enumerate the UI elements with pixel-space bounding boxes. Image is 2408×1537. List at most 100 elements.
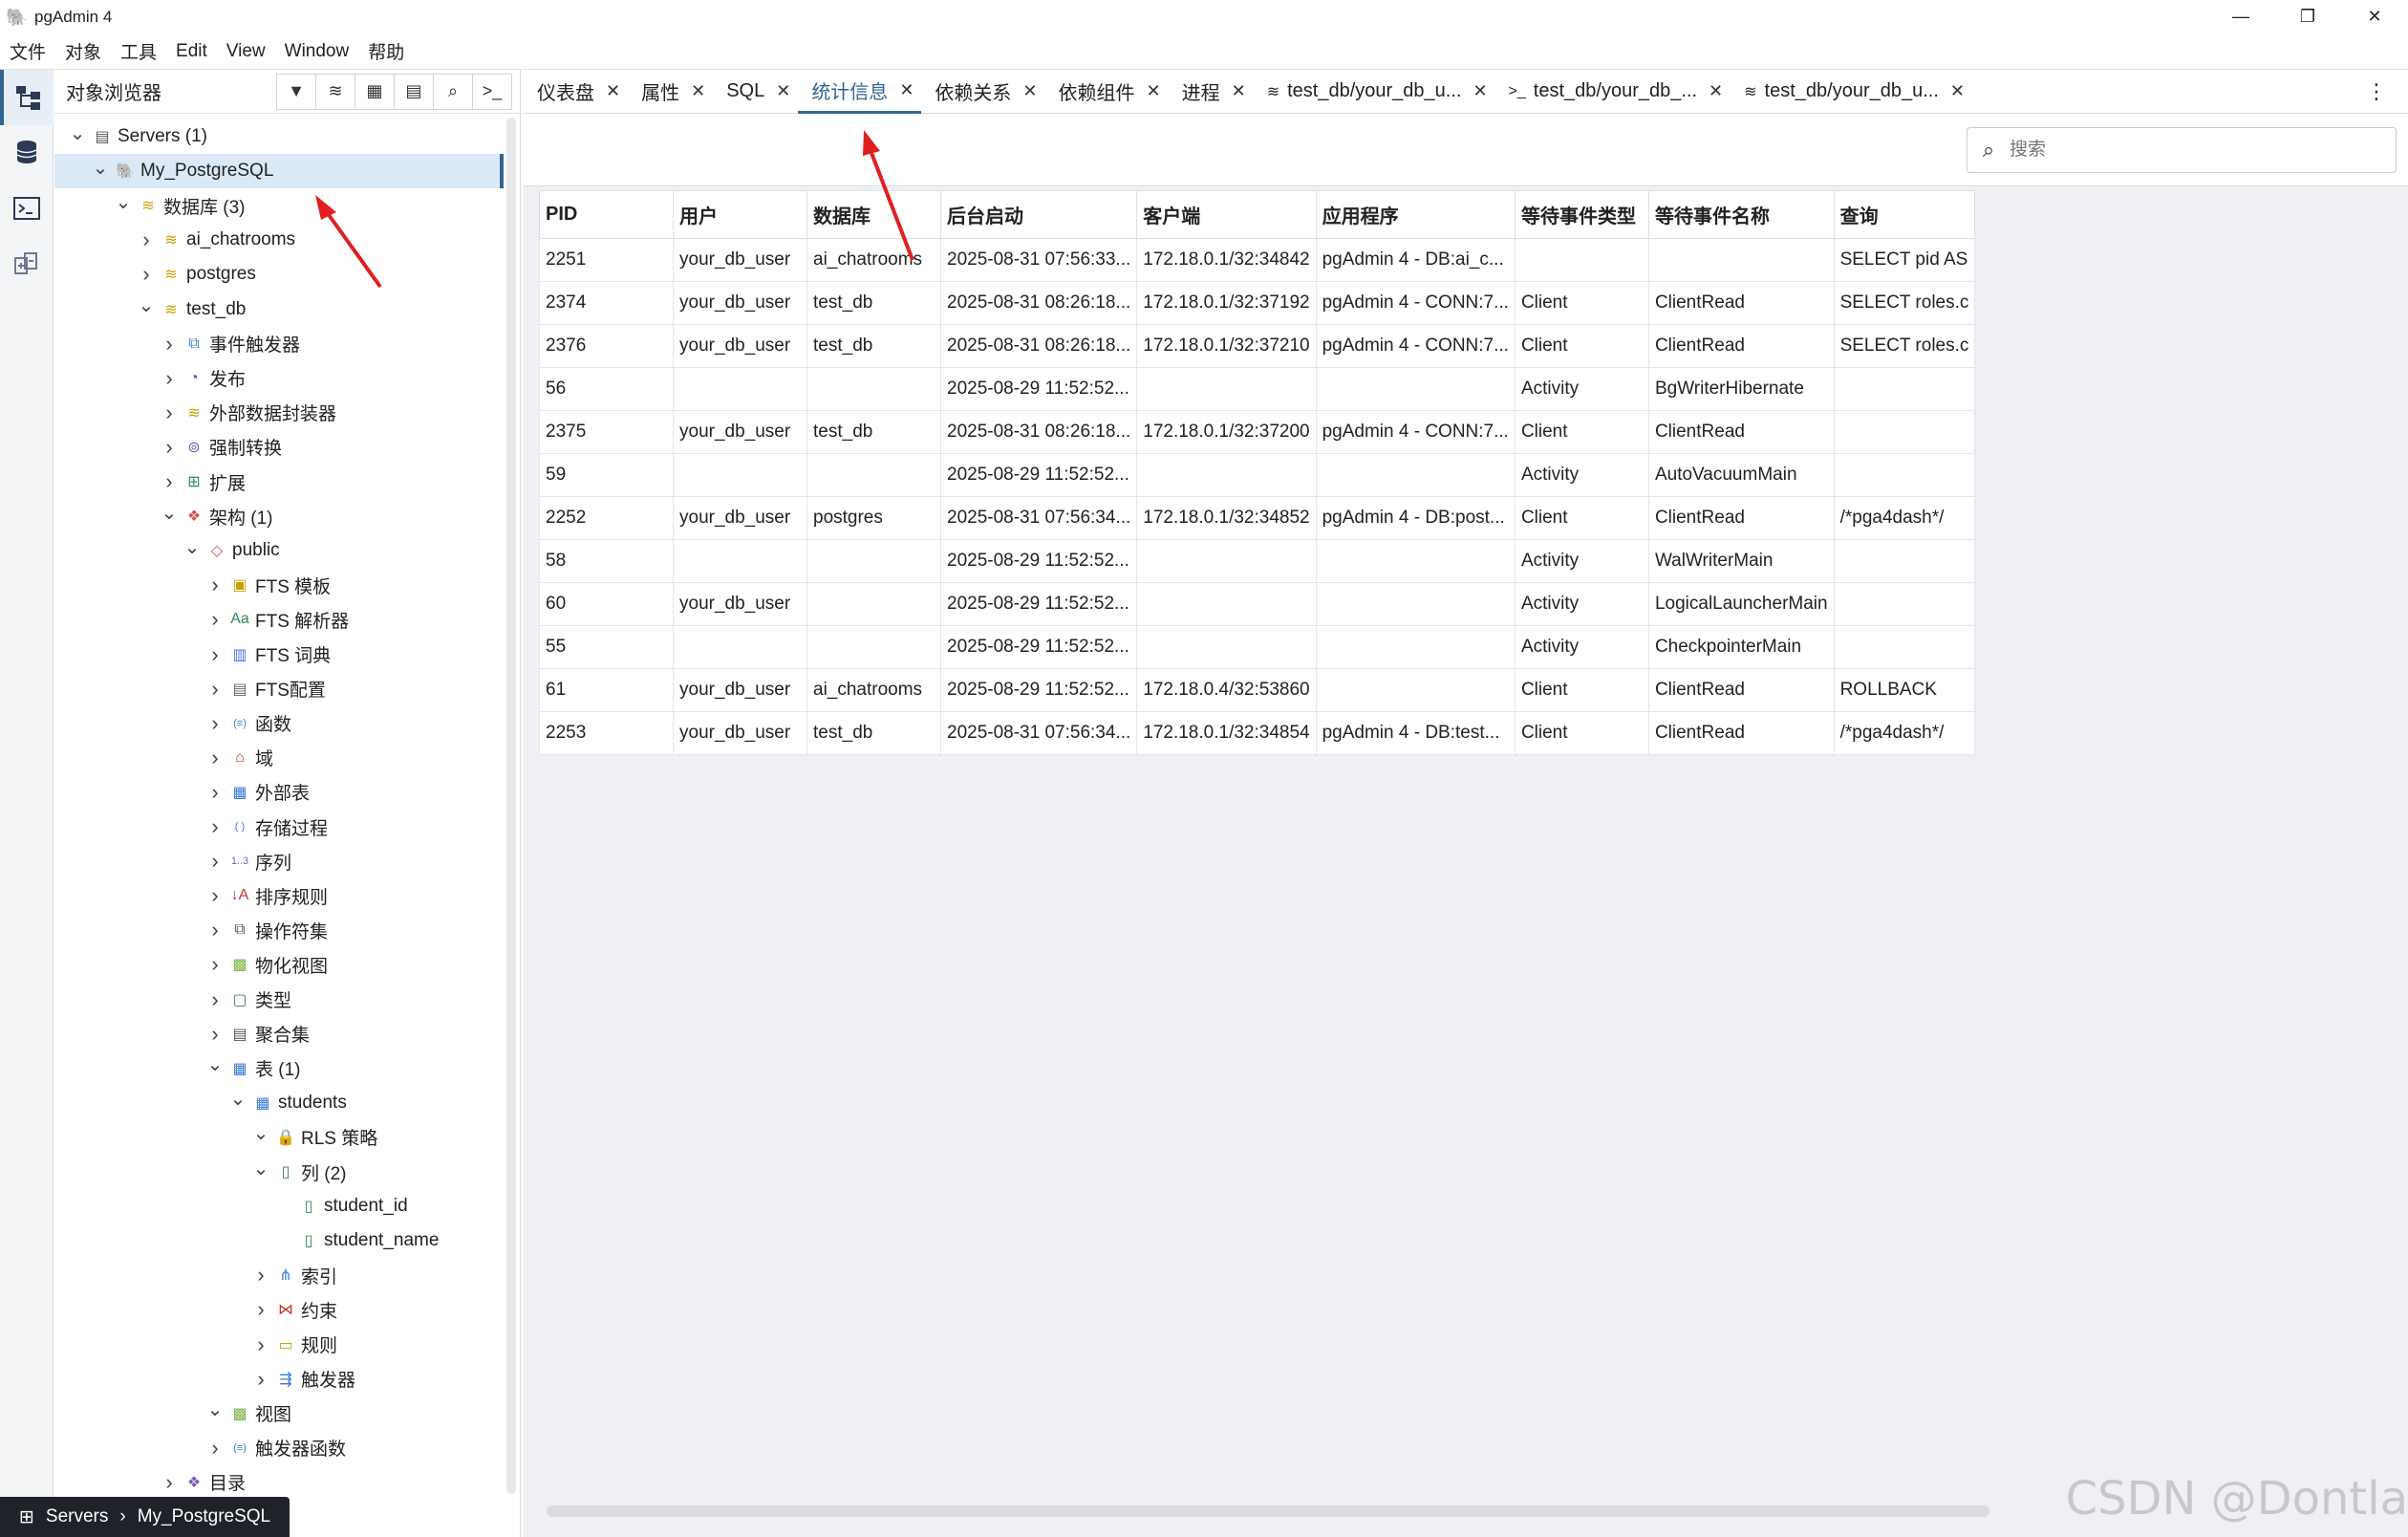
table-cell[interactable] — [806, 625, 941, 669]
table-cell[interactable]: 172.18.0.1/32:34852 — [1136, 496, 1317, 540]
tree-node[interactable]: › ▦ 外部表 — [54, 775, 504, 810]
chevron-down-icon[interactable]: ⌄ — [114, 190, 133, 214]
object-explorer-icon[interactable] — [0, 70, 54, 125]
table-cell[interactable] — [1833, 625, 1976, 669]
table-row[interactable]: 2375 your_db_user test_db 2025-08-31 08:26:… — [539, 410, 1976, 454]
table-row[interactable]: 56 2025-08-29 11:52:52... Activity BgWriter… — [539, 367, 1976, 411]
table-cell[interactable]: SELECT roles.c — [1833, 324, 1976, 368]
table-cell[interactable]: Client — [1514, 410, 1649, 454]
chevron-right-icon[interactable]: › — [160, 1470, 179, 1495]
table-cell[interactable]: AutoVacuumMain — [1647, 453, 1835, 497]
tree-node[interactable]: ⌄ 🔒 RLS 策略 — [54, 1120, 504, 1155]
table-cell[interactable]: 2252 — [539, 496, 674, 540]
table-cell[interactable]: test_db — [806, 281, 941, 325]
chevron-right-icon[interactable]: › — [205, 780, 225, 805]
tree-node[interactable]: ⌄ ▦ students — [54, 1086, 504, 1120]
table-cell[interactable]: Client — [1514, 668, 1649, 712]
tab[interactable]: 进程 ✕ — [1169, 70, 1254, 114]
table-cell[interactable]: 61 — [539, 668, 674, 712]
table-cell[interactable] — [1315, 539, 1516, 583]
table-cell[interactable] — [673, 539, 807, 583]
tree-node[interactable]: › ⋔ 索引 — [54, 1258, 504, 1292]
chevron-right-icon[interactable]: › — [251, 1367, 270, 1392]
table-cell[interactable]: 2025-08-29 11:52:52... — [939, 625, 1138, 669]
chevron-down-icon[interactable]: ⌄ — [160, 501, 179, 525]
table-cell[interactable]: Activity — [1514, 539, 1649, 583]
tree-node[interactable]: ⌄ ▯ 列 (2) — [54, 1155, 504, 1189]
table-cell[interactable]: Activity — [1514, 582, 1649, 626]
column-header[interactable]: 查询 — [1833, 190, 1976, 239]
table-cell[interactable]: 2025-08-29 11:52:52... — [939, 453, 1138, 497]
tab[interactable]: 依赖组件 ✕ — [1045, 70, 1169, 114]
table-cell[interactable]: Client — [1514, 711, 1649, 755]
tree-node[interactable]: ⌄ ≋ test_db — [54, 292, 504, 327]
close-tab-icon[interactable]: ✕ — [899, 80, 914, 100]
table-cell[interactable]: 59 — [539, 453, 674, 497]
table-cell[interactable]: 2375 — [539, 410, 674, 454]
chevron-right-icon[interactable]: › — [205, 642, 225, 667]
table-cell[interactable]: SELECT roles.c — [1833, 281, 1976, 325]
table-cell[interactable]: 2025-08-29 11:52:52... — [939, 367, 1138, 411]
table-cell[interactable]: WalWriterMain — [1647, 539, 1835, 583]
table-cell[interactable]: 55 — [539, 625, 674, 669]
table-cell[interactable]: 172.18.0.1/32:34842 — [1136, 238, 1317, 282]
tree-node[interactable]: › ≋ ai_chatrooms — [54, 223, 504, 257]
table-cell[interactable]: 2025-08-31 07:56:34... — [939, 496, 1138, 540]
close-tab-icon[interactable]: ✕ — [1147, 81, 1161, 101]
chevron-right-icon[interactable]: › — [160, 469, 179, 494]
tree-node[interactable]: › ▣ FTS 模板 — [54, 568, 504, 602]
table-cell[interactable] — [1136, 539, 1317, 583]
table-cell[interactable]: 2025-08-31 07:56:33... — [939, 238, 1138, 282]
table-row[interactable]: 60 your_db_user 2025-08-29 11:52:52... Acti… — [539, 582, 1976, 626]
table-cell[interactable] — [673, 625, 807, 669]
menu-object[interactable]: 对象 — [55, 38, 111, 64]
column-header[interactable]: 等待事件类型 — [1514, 190, 1649, 239]
table-cell[interactable]: your_db_user — [673, 668, 807, 712]
tree-node[interactable]: ⌄ ◇ public — [54, 533, 504, 568]
chevron-right-icon[interactable]: › — [205, 952, 225, 977]
table-cell[interactable]: 2025-08-31 08:26:18... — [939, 410, 1138, 454]
table-cell[interactable]: ai_chatrooms — [806, 238, 941, 282]
table-cell[interactable]: Activity — [1514, 453, 1649, 497]
tree-node[interactable]: › ▥ FTS 词典 — [54, 638, 504, 672]
tree-node[interactable]: › ⇶ 触发器 — [54, 1362, 504, 1396]
table-row[interactable]: 59 2025-08-29 11:52:52... Activity AutoVacu… — [539, 453, 1976, 497]
tree-node[interactable]: › ▤ FTS配置 — [54, 672, 504, 706]
table-row[interactable]: 2374 your_db_user test_db 2025-08-31 08:26:… — [539, 281, 1976, 325]
tree-node[interactable]: › ▭ 规则 — [54, 1328, 504, 1362]
close-tab-icon[interactable]: ✕ — [1709, 81, 1723, 101]
chevron-right-icon[interactable]: › — [205, 987, 225, 1012]
tree-node[interactable]: › ▩ 物化视图 — [54, 947, 504, 982]
tree-node[interactable]: › ↓A 排序规则 — [54, 878, 504, 913]
table-cell[interactable]: ClientRead — [1647, 281, 1835, 325]
table-cell[interactable] — [1315, 668, 1516, 712]
table-row[interactable]: 55 2025-08-29 11:52:52... Activity Checkpoi… — [539, 625, 1976, 669]
table-cell[interactable]: 172.18.0.1/32:37200 — [1136, 410, 1317, 454]
table-cell[interactable]: pgAdmin 4 - DB:test... — [1315, 711, 1516, 755]
chevron-right-icon[interactable]: › — [205, 711, 225, 736]
table-cell[interactable]: test_db — [806, 711, 941, 755]
table-cell[interactable]: test_db — [806, 410, 941, 454]
view-data-icon[interactable]: ▦ — [355, 73, 395, 110]
tab[interactable]: 仪表盘 ✕ — [524, 70, 628, 114]
tree-node[interactable]: › ⋈ 约束 — [54, 1292, 504, 1327]
tree-node[interactable]: ⌄ 🐘 My_PostgreSQL — [54, 154, 504, 189]
table-cell[interactable] — [1833, 410, 1976, 454]
database-tool-icon[interactable]: ≋ — [315, 73, 355, 110]
close-tab-icon[interactable]: ✕ — [776, 81, 790, 101]
table-row[interactable]: 58 2025-08-29 11:52:52... Activity WalWrite… — [539, 539, 1976, 583]
object-browser-scrollbar[interactable] — [506, 118, 516, 1494]
table-cell[interactable] — [806, 367, 941, 411]
close-tab-icon[interactable]: ✕ — [1232, 81, 1246, 101]
tree-node[interactable]: ▯ student_id — [54, 1189, 504, 1223]
chevron-right-icon[interactable]: › — [160, 366, 179, 391]
table-cell[interactable]: 2025-08-29 11:52:52... — [939, 582, 1138, 626]
table-cell[interactable]: postgres — [806, 496, 941, 540]
table-cell[interactable]: Activity — [1514, 625, 1649, 669]
table-cell[interactable]: your_db_user — [673, 711, 807, 755]
chevron-down-icon[interactable]: ⌄ — [137, 293, 156, 317]
table-cell[interactable]: Client — [1514, 496, 1649, 540]
table-cell[interactable] — [1514, 238, 1649, 282]
chevron-down-icon[interactable]: ⌄ — [91, 156, 110, 180]
table-cell[interactable]: BgWriterHibernate — [1647, 367, 1835, 411]
